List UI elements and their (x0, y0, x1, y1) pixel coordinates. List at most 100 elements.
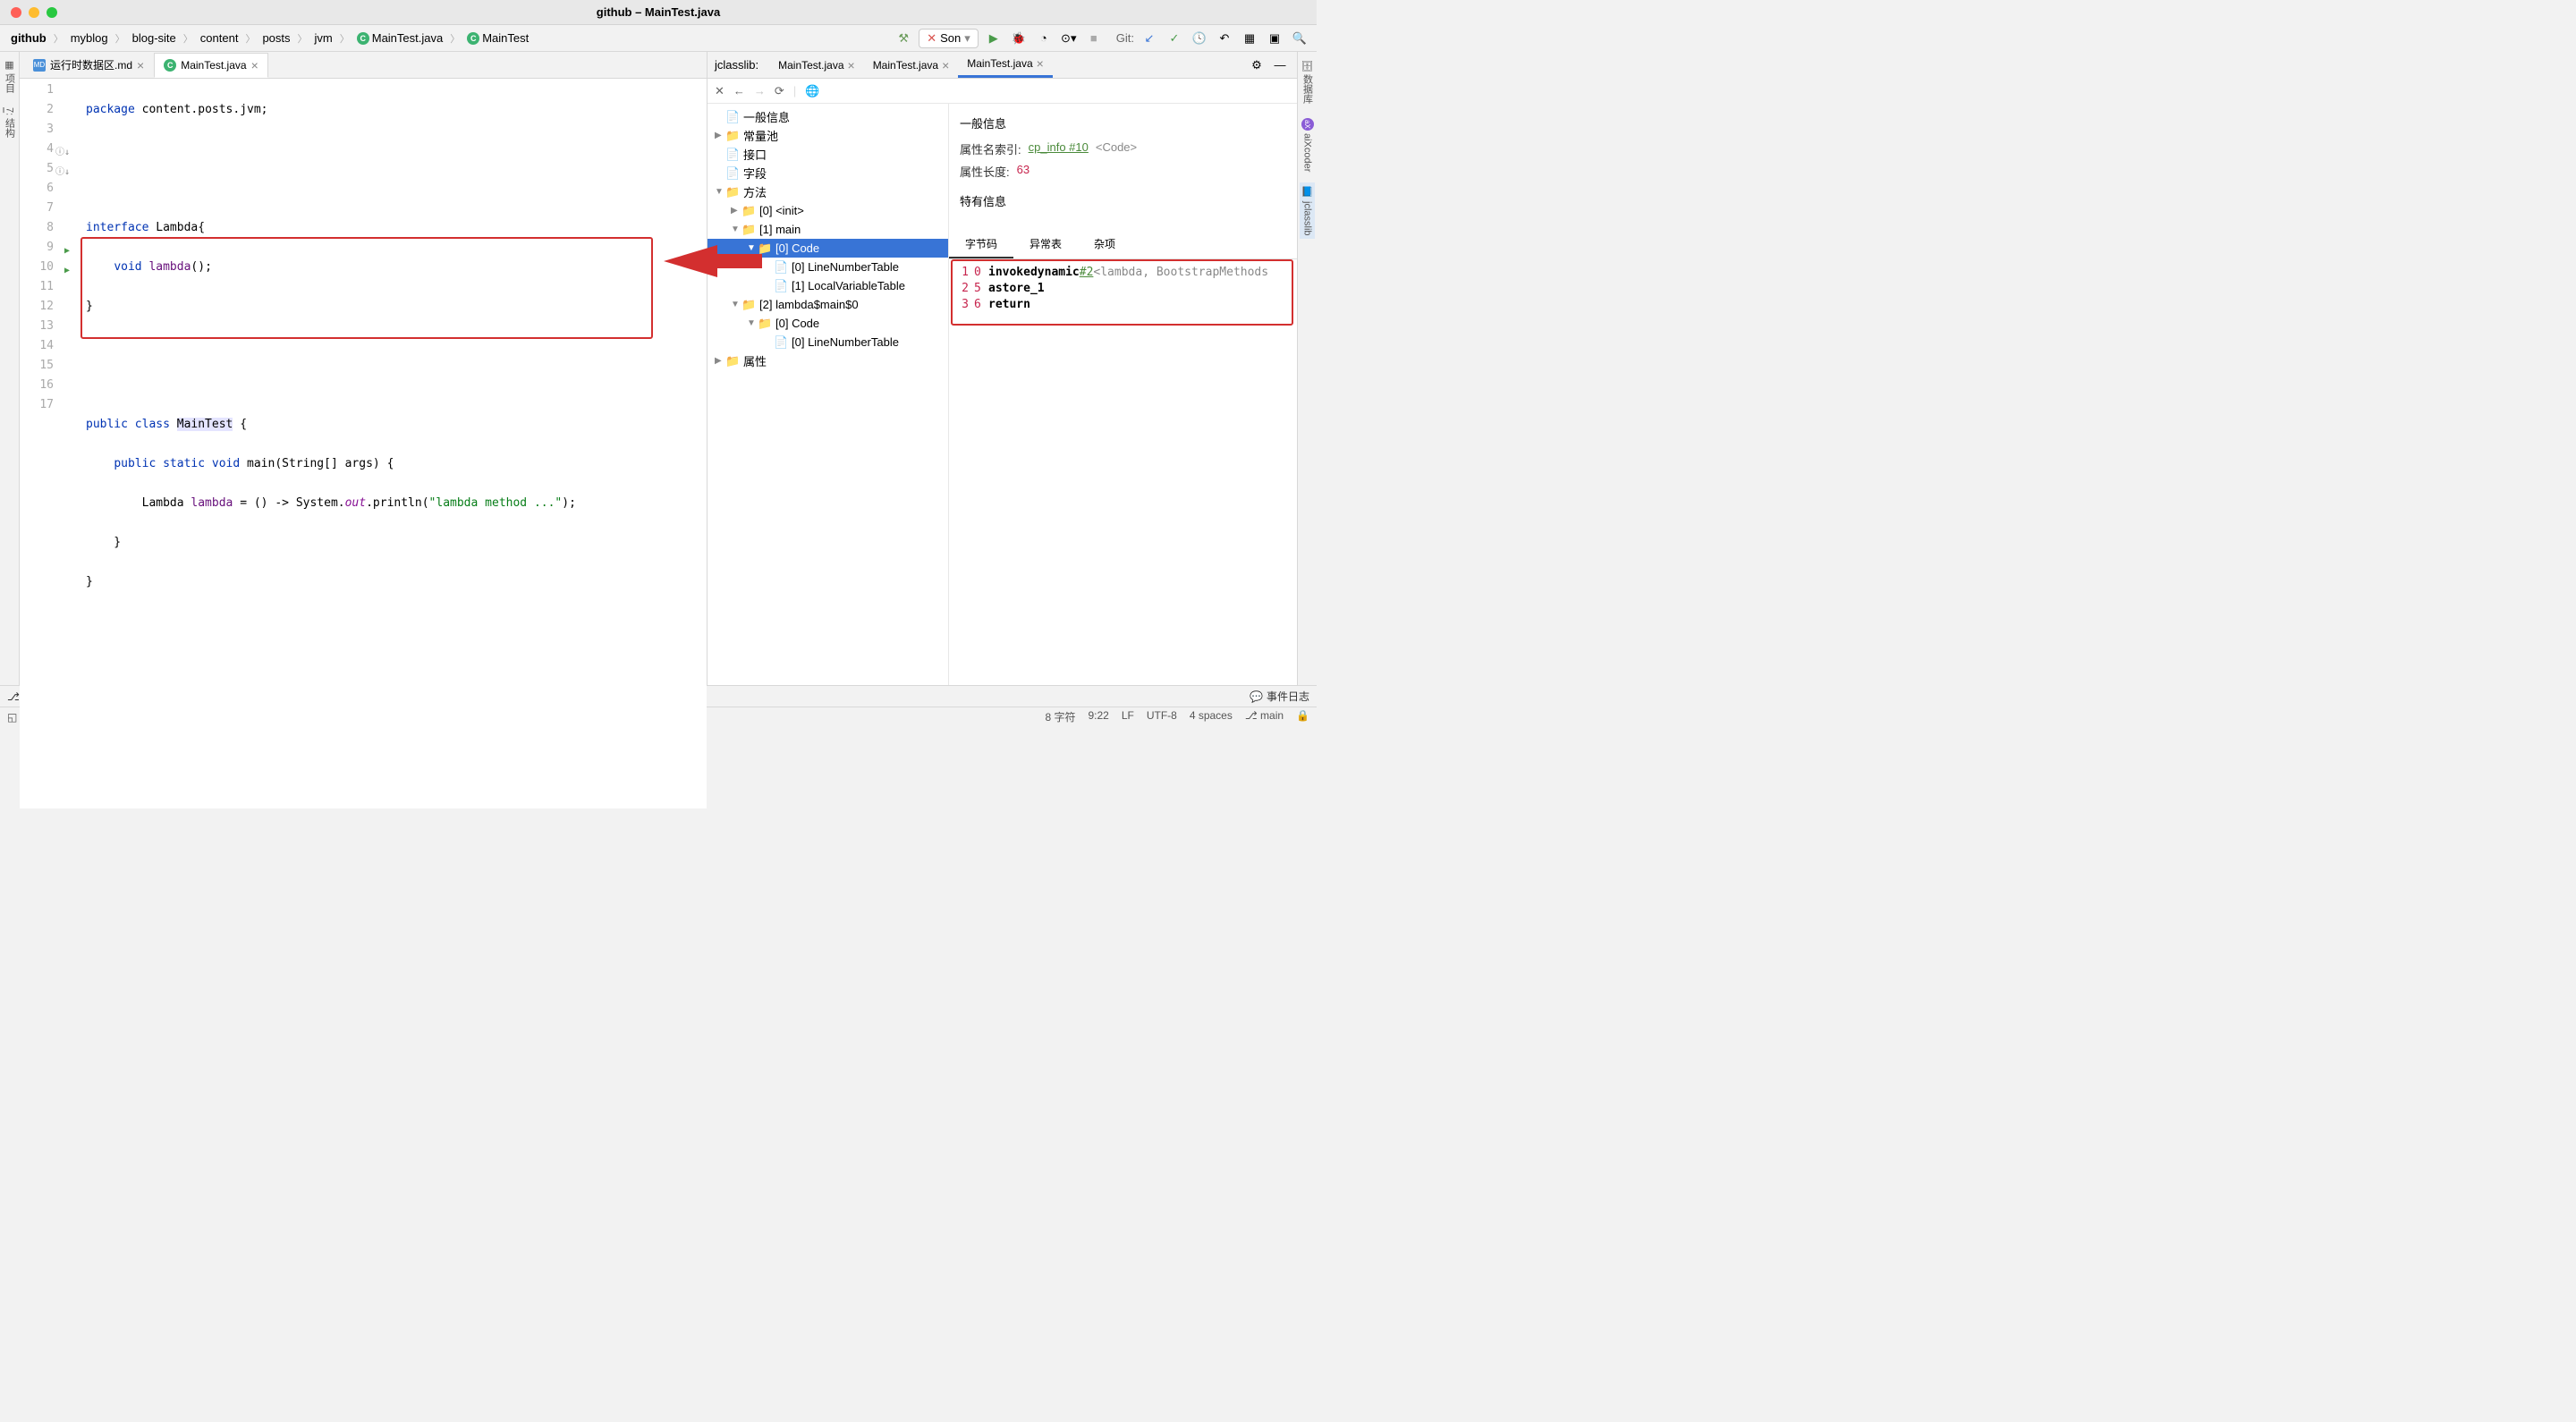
jcl-tab-1[interactable]: MainTest.java× (769, 54, 864, 77)
crumb-blog-site[interactable]: blog-site (129, 30, 180, 47)
jclasslib-toolbar: ✕ ← → ⟳ | 🌐 (708, 79, 1297, 104)
misc-tab[interactable]: 杂项 (1078, 231, 1131, 258)
tree-method-main[interactable]: ▼📁[1] main (708, 220, 948, 239)
run-config-selector[interactable]: ✕Son▾ (919, 29, 979, 48)
git-history-icon[interactable]: 🕓 (1190, 29, 1209, 48)
crumb-myblog[interactable]: myblog (67, 30, 112, 47)
crumb-content[interactable]: content (197, 30, 242, 47)
tab-label: MainTest.java (181, 59, 246, 72)
ide-structure-icon[interactable]: ▣ (1265, 29, 1284, 48)
status-encoding[interactable]: UTF-8 (1147, 709, 1177, 724)
tree-method-init[interactable]: ▶📁[0] <init> (708, 201, 948, 220)
code-editor[interactable]: 1 2 3 4ⓘ↓ 5ⓘ↓ 6 7 8 9▶ 10▶ 11 12 13 14 1… (20, 79, 707, 808)
git-commit-icon[interactable]: ✓ (1165, 29, 1184, 48)
navigation-toolbar: github〉 myblog〉 blog-site〉 content〉 post… (0, 25, 1317, 52)
jclasslib-tree[interactable]: 📄一般信息 ▶📁常量池 📄接口 📄字段 ▼📁方法 ▶📁[0] <init> ▼📁… (708, 104, 949, 685)
titlebar: github – MainTest.java (0, 0, 1317, 25)
tree-linenumbertable-2[interactable]: 📄[0] LineNumberTable (708, 333, 948, 351)
database-tool-tab[interactable]: 🗄数据库 (1299, 55, 1317, 107)
jcl-tab-2[interactable]: MainTest.java× (864, 54, 959, 77)
status-indent[interactable]: 4 spaces (1190, 709, 1233, 724)
exception-table-tab[interactable]: 异常表 (1013, 231, 1078, 258)
jclasslib-tabs: jclasslib: MainTest.java× MainTest.java×… (708, 52, 1297, 79)
project-tool-tab[interactable]: ▦项目 (1, 55, 19, 97)
jcl-tab-3[interactable]: MainTest.java× (958, 52, 1053, 78)
tab-java-file[interactable]: C MainTest.java × (154, 53, 268, 78)
git-rollback-icon[interactable]: ↶ (1215, 29, 1234, 48)
profile-button[interactable]: ⊙▾ (1059, 29, 1079, 48)
git-menu-label: Git: (1116, 31, 1134, 45)
crumb-github[interactable]: github (7, 30, 50, 47)
line-gutter: 1 2 3 4ⓘ↓ 5ⓘ↓ 6 7 8 9▶ 10▶ 11 12 13 14 1… (20, 79, 63, 808)
close-icon[interactable]: × (251, 58, 258, 72)
editor-tabs: MD 运行时数据区.md × C MainTest.java × (20, 52, 707, 79)
ide-settings-icon[interactable]: ▦ (1240, 29, 1259, 48)
code-content[interactable]: package content.posts.jvm; interface Lam… (82, 79, 707, 808)
tree-general-info[interactable]: 📄一般信息 (708, 107, 948, 126)
maximize-window-button[interactable] (47, 7, 57, 18)
tree-localvariabletable[interactable]: 📄[1] LocalVariableTable (708, 276, 948, 295)
status-chars: 8 字符 (1045, 709, 1075, 724)
debug-button[interactable]: 🐞 (1009, 29, 1029, 48)
search-everywhere-icon[interactable]: 🔍 (1290, 29, 1309, 48)
event-log-tab[interactable]: 💬事件日志 (1250, 689, 1309, 704)
coverage-button[interactable]: ◔ (1034, 29, 1054, 48)
minimize-icon[interactable]: — (1270, 55, 1290, 75)
jclasslib-tool-tab[interactable]: 📘jclasslib (1300, 182, 1315, 239)
close-icon[interactable]: × (137, 58, 144, 72)
run-gutter-icon[interactable]: ▶ (64, 241, 70, 261)
implementations-marker-icon[interactable]: ⓘ↓ (55, 143, 70, 163)
jclasslib-panel: jclasslib: MainTest.java× MainTest.java×… (707, 52, 1297, 685)
attr-length-value: 63 (1017, 163, 1030, 180)
breadcrumb: github〉 myblog〉 blog-site〉 content〉 post… (7, 30, 894, 47)
tab-label: 运行时数据区.md (50, 57, 132, 72)
bytecode-listing[interactable]: 10 invokedynamic #2 <lambda, BootstrapMe… (949, 259, 1297, 685)
crumb-posts[interactable]: posts (258, 30, 293, 47)
close-tab-icon[interactable]: ✕ (715, 84, 724, 98)
tree-fields[interactable]: 📄字段 (708, 164, 948, 182)
status-git-branch[interactable]: ⎇ main (1245, 709, 1284, 724)
status-line-ending[interactable]: LF (1122, 709, 1134, 724)
close-window-button[interactable] (11, 7, 21, 18)
back-icon[interactable]: ← (733, 84, 745, 97)
tree-attributes[interactable]: ▶📁属性 (708, 351, 948, 370)
forward-icon[interactable]: → (754, 84, 766, 97)
tree-methods[interactable]: ▼📁方法 (708, 182, 948, 201)
gear-icon[interactable]: ⚙ (1247, 55, 1267, 75)
jclasslib-label: jclasslib: (715, 58, 758, 72)
minimize-window-button[interactable] (29, 7, 39, 18)
aixcoder-tool-tab[interactable]: aXaiXcoder (1300, 114, 1316, 175)
implementations-marker-icon[interactable]: ⓘ↓ (55, 163, 70, 182)
tab-md-file[interactable]: MD 运行时数据区.md × (23, 52, 154, 78)
tree-code-1[interactable]: ▼📁[0] Code (708, 314, 948, 333)
editor-panel: MD 运行时数据区.md × C MainTest.java × 1 2 3 4… (20, 52, 707, 685)
tree-code-0[interactable]: ▼📁[0] Code (708, 239, 948, 258)
tree-constant-pool[interactable]: ▶📁常量池 (708, 126, 948, 145)
bytecode-tab[interactable]: 字节码 (949, 231, 1013, 258)
java-class-icon: C (164, 59, 176, 72)
tree-linenumbertable[interactable]: 📄[0] LineNumberTable (708, 258, 948, 276)
status-lock-icon[interactable]: 🔒 (1296, 709, 1309, 724)
hammer-build-icon[interactable]: ⚒ (894, 29, 913, 48)
crumb-class[interactable]: CMainTest (463, 30, 532, 47)
cp-info-link[interactable]: cp_info #10 (1029, 140, 1089, 157)
crumb-file[interactable]: CMainTest.java (353, 30, 446, 47)
tree-method-lambda[interactable]: ▼📁[2] lambda$main$0 (708, 295, 948, 314)
run-button[interactable]: ▶ (984, 29, 1004, 48)
stop-button[interactable]: ■ (1084, 29, 1104, 48)
tool-windows-icon[interactable]: ◱ (7, 711, 17, 724)
globe-icon[interactable]: 🌐 (805, 84, 819, 98)
crumb-jvm[interactable]: jvm (311, 30, 336, 47)
refresh-icon[interactable]: ⟳ (775, 84, 784, 98)
java-class-icon: C (467, 32, 479, 45)
code-tag: <Code> (1096, 140, 1137, 157)
jclasslib-detail: 一般信息 属性名索引: cp_info #10 <Code> 属性长度: 63 … (949, 104, 1297, 685)
run-gutter-icon[interactable]: ▶ (64, 261, 70, 281)
attr-length-label: 属性长度: (960, 163, 1010, 180)
markdown-icon: MD (33, 59, 46, 72)
structure-tool-tab[interactable]: 7:结构 (1, 104, 19, 141)
java-class-icon: C (357, 32, 369, 45)
git-update-icon[interactable]: ↙ (1140, 29, 1159, 48)
status-cursor-position[interactable]: 9:22 (1088, 709, 1108, 724)
tree-interfaces[interactable]: 📄接口 (708, 145, 948, 164)
